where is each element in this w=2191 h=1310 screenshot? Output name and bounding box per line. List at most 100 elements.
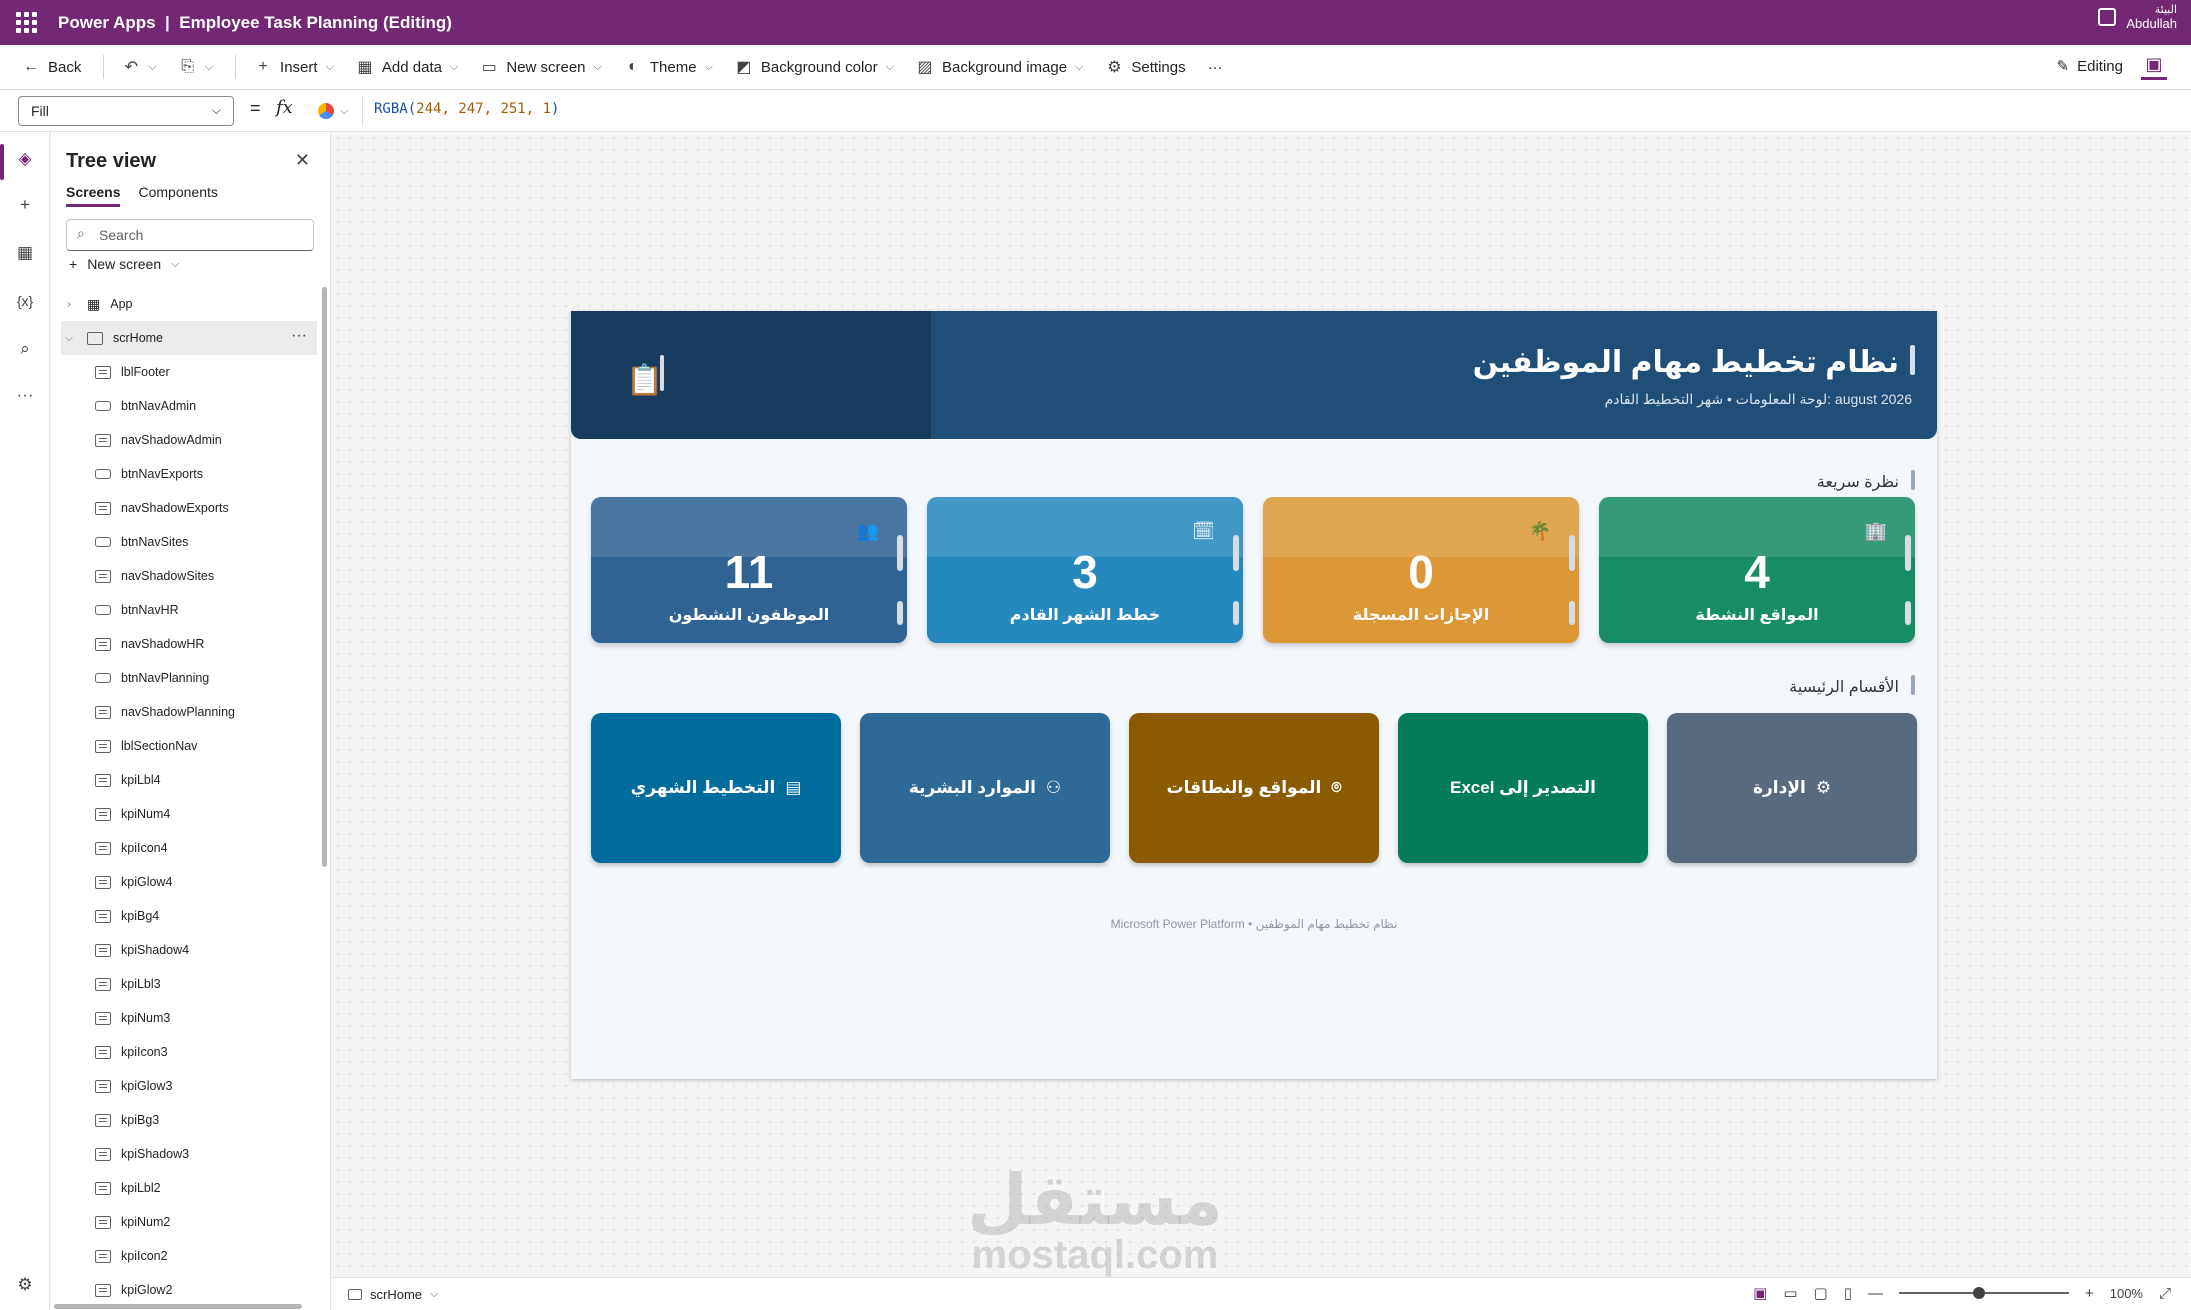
app-header-subtitle: august 2026 :لوحة المعلومات • شهر التخطي… — [1604, 391, 1912, 407]
chevron-down-icon[interactable]: ⌵ — [61, 333, 77, 344]
variables-icon[interactable]: {x} — [12, 288, 38, 314]
gear-icon: ⚙ — [1107, 59, 1122, 76]
settings-button[interactable]: ⚙ Settings — [1105, 57, 1185, 77]
more-commands-button[interactable]: ··· — [1208, 59, 1223, 76]
background-color-button[interactable]: ◩ Background color ⌵ — [735, 57, 894, 77]
editing-button[interactable]: ✎ Editing — [2057, 57, 2123, 76]
tree-item-label: btnNavSites — [121, 535, 189, 549]
plus-icon[interactable]: + — [12, 192, 38, 218]
tree-item-control[interactable]: lblSectionNav — [61, 729, 317, 763]
tree-item-label: kpiIcon4 — [121, 841, 168, 855]
theme-button[interactable]: ◐ Theme ⌵ — [624, 58, 713, 76]
undo-button[interactable]: ↶ ⌵ — [122, 57, 157, 77]
tree-item-control[interactable]: kpiGlow2 — [61, 1273, 317, 1307]
tree-item-control[interactable]: navShadowExports — [61, 491, 317, 525]
clipboard-icon: ⎘ — [181, 58, 195, 75]
tab-components[interactable]: Components — [138, 184, 217, 207]
settings-icon[interactable]: ⚙ — [12, 1272, 38, 1298]
nav-button-exports[interactable]: التصدير إلى Excel — [1398, 713, 1648, 863]
app-checker-icon[interactable]: ▣ — [1753, 1284, 1767, 1302]
tree-item-label: navShadowHR — [121, 637, 205, 651]
background-image-button[interactable]: ▨ Background image ⌵ — [916, 57, 1083, 77]
nav-button-admin[interactable]: ⚙ الإدارة — [1667, 713, 1917, 863]
more-icon[interactable]: ··· — [291, 327, 307, 345]
zoom-slider-thumb[interactable] — [1972, 1287, 1985, 1299]
property-dropdown[interactable]: Fill ⌵ — [18, 96, 234, 126]
nav-button-planning[interactable]: ▤ التخطيط الشهري — [591, 713, 841, 863]
environment-icon — [2098, 8, 2117, 26]
tree-item-control[interactable]: kpiGlow4 — [61, 865, 317, 899]
vertical-scrollbar[interactable] — [322, 287, 327, 867]
tree-item-control[interactable]: navShadowPlanning — [61, 695, 317, 729]
back-button[interactable]: ← Back — [22, 58, 81, 76]
chevron-down-icon[interactable]: ⌵ — [148, 61, 156, 74]
app-launcher-icon[interactable] — [14, 11, 38, 35]
tree-item-control[interactable]: btnNavHR — [61, 593, 317, 627]
tree-item-control[interactable]: kpiShadow3 — [61, 1137, 317, 1171]
tree-item-control[interactable]: kpiLbl2 — [61, 1171, 317, 1205]
tree-item-control[interactable]: navShadowSites — [61, 559, 317, 593]
left-rail: ◈ + ▦ {x} ⌕ ··· ⚙ — [0, 132, 50, 1310]
kpi-card-plans: 🗓 3 خطط الشهر القادم — [927, 497, 1243, 643]
chevron-down-icon[interactable]: ⌵ — [205, 61, 213, 74]
tree-item-control[interactable]: kpiIcon2 — [61, 1239, 317, 1273]
tree-item-control[interactable]: kpiShadow4 — [61, 933, 317, 967]
tree-item-control[interactable]: kpiBg4 — [61, 899, 317, 933]
screen-icon — [87, 331, 103, 345]
paste-button[interactable]: ⎘ ⌵ — [179, 58, 213, 76]
tree-item-control[interactable]: navShadowHR — [61, 627, 317, 661]
chevron-down-icon: ⌵ — [340, 104, 349, 117]
layers-icon[interactable]: ◈ — [12, 146, 38, 172]
fit-to-window-icon[interactable]: ⤢ — [2159, 1285, 2171, 1302]
desktop-icon[interactable]: ▭ — [1783, 1284, 1797, 1302]
tree-item-control[interactable]: btnNavSites — [61, 525, 317, 559]
tree-item-control[interactable]: kpiGlow3 — [61, 1069, 317, 1103]
search-input[interactable]: ⌕ Search — [66, 219, 314, 251]
add-data-button[interactable]: ▦ Add data ⌵ — [356, 57, 458, 77]
zoom-in-button[interactable]: + — [2085, 1285, 2094, 1302]
tree-item-control[interactable]: kpiIcon4 — [61, 831, 317, 865]
app-screen[interactable]: 📋 نظام تخطيط مهام الموظفين august 2026 :… — [571, 311, 1937, 1079]
tree-item-control[interactable]: kpiIcon3 — [61, 1035, 317, 1069]
tree-item-control[interactable]: navShadowAdmin — [61, 423, 317, 457]
tree-item-control[interactable]: kpiLbl3 — [61, 967, 317, 1001]
tree-item-control[interactable]: kpiNum2 — [61, 1205, 317, 1239]
app-checker-icon[interactable]: ▣ — [2141, 54, 2167, 80]
phone-icon[interactable]: ▯ — [1844, 1284, 1852, 1302]
horizontal-scrollbar[interactable] — [54, 1304, 302, 1309]
nav-button-hr[interactable]: ⚇ الموارد البشرية — [860, 713, 1110, 863]
tree-item-control[interactable]: kpiNum3 — [61, 1001, 317, 1035]
tree-item-control[interactable]: kpiBg3 — [61, 1103, 317, 1137]
color-picker[interactable]: ⌵ — [312, 96, 356, 126]
label-control-icon — [95, 365, 111, 379]
insert-button[interactable]: + Insert ⌵ — [254, 58, 334, 76]
fx-icon[interactable]: fx — [276, 97, 293, 118]
section-accent-bar — [1911, 675, 1915, 695]
screen-selector[interactable]: scrHome ⌵ — [348, 1287, 438, 1302]
close-icon[interactable]: ✕ — [295, 150, 310, 171]
section-title-quick: نظرة سريعة — [1816, 474, 1899, 491]
new-screen-button[interactable]: ▭ New screen ⌵ — [480, 57, 602, 77]
data-icon[interactable]: ▦ — [12, 240, 38, 266]
tree-item-control[interactable]: btnNavPlanning — [61, 661, 317, 695]
tablet-icon[interactable]: ▢ — [1814, 1284, 1828, 1302]
zoom-out-button[interactable]: — — [1868, 1285, 1883, 1302]
formula-input[interactable]: RGBA(244, 247, 251, 1) — [374, 101, 559, 117]
tree-item-control[interactable]: lblFooter — [61, 355, 317, 389]
more-icon[interactable]: ··· — [12, 382, 38, 408]
search-icon[interactable]: ⌕ — [12, 336, 38, 362]
tree-item-control[interactable]: btnNavAdmin — [61, 389, 317, 423]
chevron-right-icon[interactable]: › — [61, 299, 77, 310]
user-area[interactable]: البيئة Abdullah — [2098, 4, 2177, 30]
tree-item-control[interactable]: kpiLbl4 — [61, 763, 317, 797]
new-screen-link[interactable]: + New screen ⌵ — [69, 256, 179, 272]
tree-item-label: kpiNum3 — [121, 1011, 171, 1025]
nav-button-sites[interactable]: ⌾ المواقع والنطاقات — [1129, 713, 1379, 863]
tab-screens[interactable]: Screens — [66, 184, 121, 207]
calendar-icon: ▤ — [785, 778, 802, 797]
zoom-slider[interactable] — [1898, 1287, 2069, 1299]
tree-item-control[interactable]: btnNavExports — [61, 457, 317, 491]
tree-item-control[interactable]: kpiNum4 — [61, 797, 317, 831]
tree-item-app[interactable]: › ▦ App — [61, 287, 317, 321]
tree-item-screen[interactable]: ⌵ scrHome ··· — [61, 321, 317, 355]
